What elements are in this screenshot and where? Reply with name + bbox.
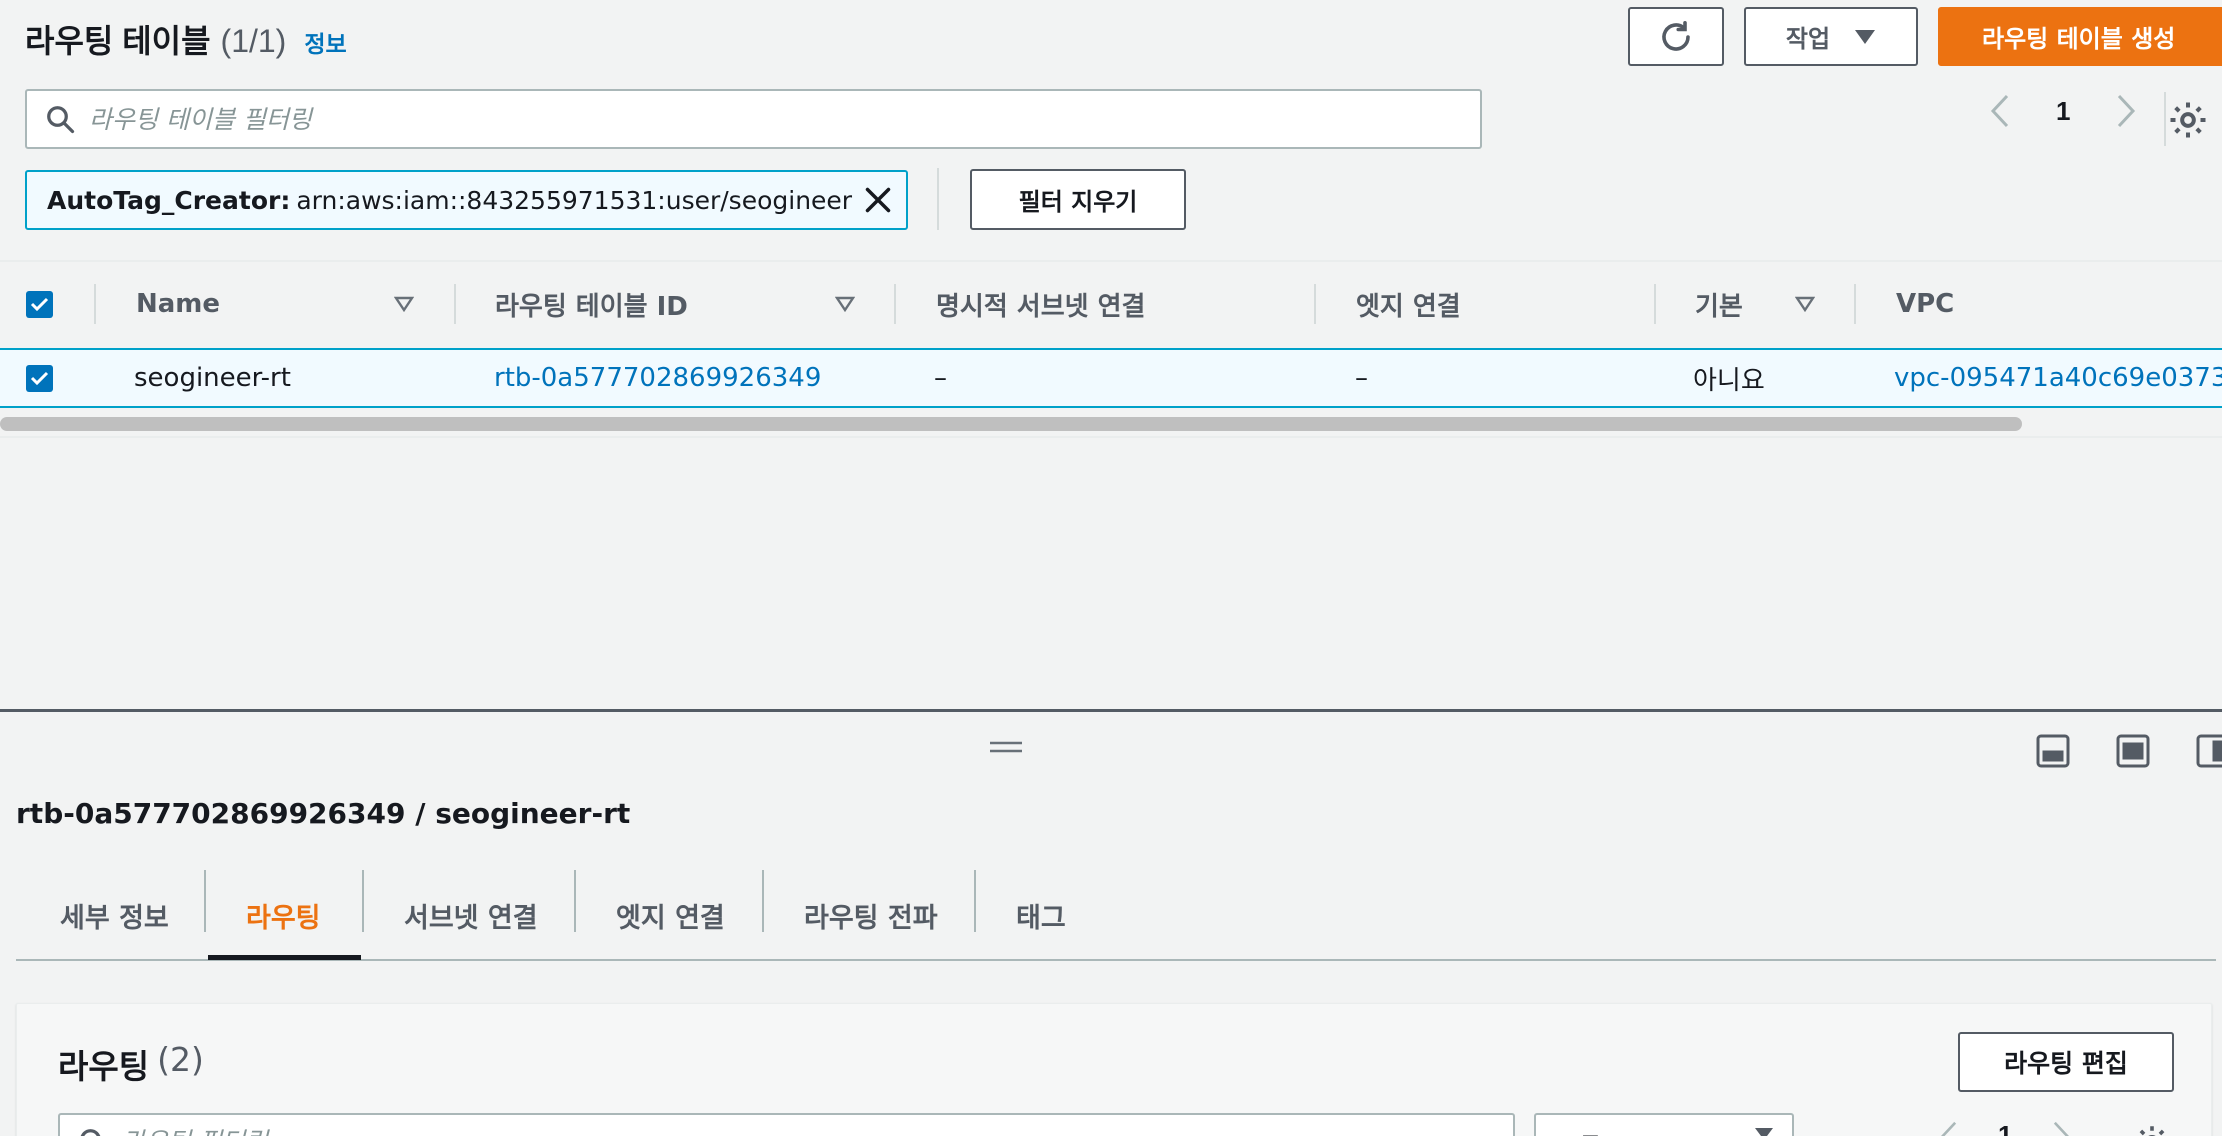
column-header-label: 명시적 서브넷 연결 bbox=[936, 291, 1146, 322]
filter-divider bbox=[937, 168, 939, 230]
table-row[interactable]: seogineer-rt rtb-0a577702869926349 – – 아… bbox=[0, 348, 2222, 408]
settings-icon[interactable] bbox=[2168, 100, 2208, 140]
refresh-button[interactable] bbox=[1628, 7, 1724, 66]
route-table-id-link[interactable]: rtb-0a577702869926349 bbox=[494, 350, 821, 406]
search-icon bbox=[47, 106, 75, 134]
detail-title: rtb-0a577702869926349 / seogineer-rt bbox=[16, 797, 631, 830]
tab-details[interactable]: 세부 정보 bbox=[60, 868, 169, 962]
tab-edge-associations[interactable]: 엣지 연결 bbox=[616, 868, 725, 962]
column-header-name[interactable]: Name bbox=[136, 262, 220, 346]
vpc-link[interactable]: vpc-095471a40c69e0373 bbox=[1894, 350, 2222, 406]
chevron-right-icon[interactable] bbox=[2116, 94, 2136, 128]
filter-token-value: arn:aws:iam::843255971531:user/seogineer bbox=[296, 185, 853, 215]
filter-token-key: AutoTag_Creator: bbox=[47, 185, 291, 215]
checkbox-icon bbox=[26, 364, 53, 392]
routes-page-number[interactable]: 1 bbox=[1998, 1120, 2012, 1136]
actions-button[interactable]: 작업 bbox=[1744, 7, 1918, 66]
close-icon[interactable] bbox=[864, 186, 892, 214]
routes-count: (2) bbox=[157, 1040, 204, 1079]
edit-routes-button[interactable]: 라우팅 편집 bbox=[1958, 1032, 2174, 1092]
cell-edge: – bbox=[1355, 363, 1368, 393]
column-header-label: 엣지 연결 bbox=[1356, 291, 1461, 322]
tab-separator bbox=[574, 870, 576, 932]
column-separator bbox=[1854, 284, 1856, 324]
split-panel-controls bbox=[2036, 734, 2222, 768]
tab-tags[interactable]: 태그 bbox=[1016, 868, 1066, 962]
routes-title-text: 라우팅 bbox=[58, 1047, 150, 1086]
search-icon bbox=[80, 1129, 101, 1136]
create-route-table-button[interactable]: 라우팅 테이블 생성 bbox=[1938, 7, 2222, 66]
panel-side-icon[interactable] bbox=[2116, 734, 2150, 768]
sort-icon[interactable] bbox=[394, 296, 414, 312]
column-separator bbox=[1314, 284, 1316, 324]
tab-separator bbox=[204, 870, 206, 932]
pagination: 1 bbox=[1990, 94, 2136, 128]
column-header-edge[interactable]: 엣지 연결 bbox=[1356, 262, 1461, 346]
page-number[interactable]: 1 bbox=[2056, 96, 2070, 127]
split-panel-divider[interactable] bbox=[0, 709, 2222, 712]
detail-tabs: 세부 정보 라우팅 서브넷 연결 엣지 연결 라우팅 전파 태그 bbox=[16, 868, 2216, 962]
page-title: 라우팅 테이블 (1/1) 정보 bbox=[25, 16, 347, 62]
filter-token: AutoTag_Creator: arn:aws:iam::8432559715… bbox=[25, 170, 908, 230]
panel-bottom-icon[interactable] bbox=[2036, 734, 2070, 768]
routes-filter-select[interactable]: 모두 bbox=[1534, 1113, 1794, 1136]
routes-filter-value: 모두 bbox=[1556, 1127, 1602, 1136]
routes-pagination: 1 bbox=[1940, 1120, 2070, 1136]
scrollbar-thumb[interactable] bbox=[0, 417, 2022, 431]
checkbox-icon bbox=[26, 290, 53, 318]
info-link[interactable]: 정보 bbox=[304, 25, 346, 59]
route-table-search[interactable] bbox=[25, 89, 1482, 149]
column-header-route-table-id[interactable]: 라우팅 테이블 ID bbox=[495, 262, 688, 346]
row-checkbox[interactable] bbox=[26, 350, 53, 406]
page-title-count: (1/1) bbox=[220, 23, 287, 59]
tab-routes[interactable]: 라우팅 bbox=[246, 868, 321, 962]
pager-divider bbox=[2164, 92, 2166, 146]
cell-explicit-subnet: – bbox=[934, 363, 947, 393]
column-header-main[interactable]: 기본 bbox=[1695, 262, 1743, 346]
column-header-explicit-subnet[interactable]: 명시적 서브넷 연결 bbox=[936, 262, 1145, 346]
chevron-right-icon[interactable] bbox=[2052, 1121, 2070, 1136]
search-input[interactable] bbox=[89, 104, 1480, 134]
tab-route-propagation[interactable]: 라우팅 전파 bbox=[804, 868, 938, 962]
column-separator bbox=[1654, 284, 1656, 324]
column-separator bbox=[454, 284, 456, 324]
tab-separator bbox=[762, 870, 764, 932]
routes-search-input[interactable] bbox=[122, 1127, 1513, 1136]
sort-icon[interactable] bbox=[1795, 296, 1815, 312]
chevron-left-icon[interactable] bbox=[1990, 94, 2010, 128]
select-all-checkbox[interactable] bbox=[26, 262, 53, 346]
caret-down-icon bbox=[1855, 29, 1876, 44]
column-header-label: Name bbox=[136, 289, 221, 319]
tab-separator bbox=[362, 870, 364, 932]
tab-separator bbox=[974, 870, 976, 932]
drag-handle-icon[interactable] bbox=[988, 740, 1024, 754]
cell-main: 아니요 bbox=[1693, 365, 1765, 396]
routes-title: 라우팅 (2) bbox=[58, 1040, 204, 1088]
table-header-row: Name 라우팅 테이블 ID 명시적 서브넷 연결 엣지 연결 기본 VPC bbox=[0, 262, 2222, 346]
column-separator bbox=[94, 284, 96, 324]
page-title-text: 라우팅 테이블 bbox=[25, 23, 211, 59]
cell-name: seogineer-rt bbox=[134, 363, 291, 393]
chevron-left-icon[interactable] bbox=[1940, 1121, 1958, 1136]
panel-right-icon[interactable] bbox=[2196, 734, 2222, 768]
active-tab-indicator bbox=[208, 955, 361, 960]
column-header-label: 기본 bbox=[1695, 291, 1743, 322]
column-header-label: VPC bbox=[1896, 289, 1955, 319]
routes-search[interactable] bbox=[58, 1113, 1515, 1136]
sort-icon[interactable] bbox=[835, 296, 855, 312]
column-separator bbox=[894, 284, 896, 324]
caret-down-icon bbox=[1755, 1128, 1773, 1136]
column-header-label: 라우팅 테이블 ID bbox=[495, 291, 688, 322]
column-header-vpc[interactable]: VPC bbox=[1896, 262, 1954, 346]
refresh-icon bbox=[1662, 20, 1690, 51]
tab-subnet-associations[interactable]: 서브넷 연결 bbox=[404, 868, 538, 962]
table-divider bbox=[0, 436, 2222, 438]
actions-button-label: 작업 bbox=[1785, 25, 1831, 53]
settings-icon[interactable] bbox=[2134, 1124, 2170, 1136]
clear-filters-button[interactable]: 필터 지우기 bbox=[970, 169, 1186, 230]
